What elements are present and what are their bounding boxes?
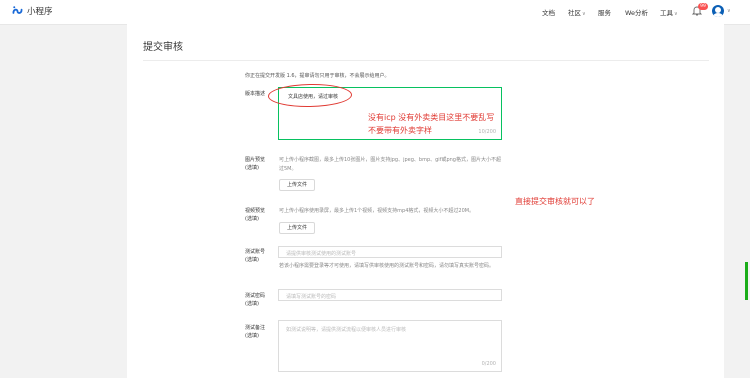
image-preview-hint: 可上传小程序截图，最多上传10张图片，图片支持jpg、jpeg、bmp、gif或…	[279, 157, 501, 172]
top-navbar: 小程序 文档 社区∨ 服务 We分析 工具∨ 99 ∨	[0, 0, 750, 25]
version-desc-label: 版本描述	[245, 91, 266, 97]
nav-community[interactable]: 社区∨	[568, 7, 586, 17]
test-password-input[interactable]: 请填写测试账号的密码	[278, 289, 502, 301]
test-password-label-optional: (选填)	[245, 301, 259, 307]
test-note-label: 测试备注 (选填)	[245, 324, 265, 340]
submit-notice: 你正在提交开发版 1.6，提审请勿只用于审核，不会展示给用户。	[245, 73, 390, 79]
video-preview-hint: 可上传小程序使用录屏，最多上传1个视频，视频支持mp4格式，视频大小不超过20M…	[279, 208, 475, 214]
upload-video-button[interactable]: 上传文件	[279, 222, 315, 234]
test-account-label: 测试账号 (选填)	[245, 248, 265, 264]
test-account-placeholder: 请提供审核测试使用的测试账号	[286, 251, 357, 257]
nav-we-analytics[interactable]: We分析	[625, 7, 648, 17]
watermark: 技客户社区	[608, 349, 718, 373]
scrollbar-thumb[interactable]	[745, 262, 748, 300]
upload-image-button[interactable]: 上传文件	[279, 179, 315, 191]
chevron-down-icon: ∨	[674, 11, 678, 17]
test-note-counter: 0/200	[481, 361, 496, 367]
test-password-label-line: 测试密码	[245, 293, 266, 299]
test-note-placeholder: 如测试说明等，请提供测试流程以便审核人员进行审核	[286, 327, 407, 333]
test-account-label-line: 测试账号	[245, 249, 266, 255]
nav-community-label: 社区	[568, 9, 581, 17]
image-preview-label-line: 图片预览	[245, 157, 266, 163]
test-password-label: 测试密码 (选填)	[245, 292, 265, 308]
nav-services[interactable]: 服务	[598, 7, 611, 17]
nav-tools[interactable]: 工具∨	[660, 7, 678, 17]
test-account-hint: 若该小程序需要登录等才可使用，请填写供审核使用的测试账号和密码，请勿填写真实账号…	[279, 263, 495, 269]
video-preview-label-optional: (选填)	[245, 216, 259, 222]
test-account-label-optional: (选填)	[245, 257, 259, 263]
video-preview-label-line: 视频预览	[245, 208, 266, 214]
test-password-placeholder: 请填写测试账号的密码	[286, 294, 337, 300]
image-preview-label: 图片预览 (选填)	[245, 156, 265, 172]
chevron-down-icon[interactable]: ∨	[727, 8, 731, 14]
annotation-note-line: 没有icp 没有外卖类目这里不要乱写	[368, 113, 495, 122]
notification-badge: 99	[698, 3, 708, 10]
nav-tools-label: 工具	[660, 9, 673, 17]
test-note-label-optional: (选填)	[245, 333, 259, 339]
divider	[143, 60, 709, 61]
test-account-input[interactable]: 请提供审核测试使用的测试账号	[278, 246, 502, 258]
test-note-label-line: 测试备注	[245, 325, 266, 331]
miniprogram-logo-icon	[12, 6, 23, 14]
app-logo[interactable]: 小程序	[11, 4, 53, 17]
app-name: 小程序	[27, 6, 53, 17]
nav-docs[interactable]: 文档	[542, 7, 555, 17]
test-note-textarea[interactable]: 如测试说明等，请提供测试流程以便审核人员进行审核 0/200	[278, 320, 502, 372]
page-title: 提交审核	[143, 42, 183, 53]
image-preview-label-optional: (选填)	[245, 165, 259, 171]
chevron-down-icon: ∨	[582, 11, 586, 17]
annotation-note-line: 不要带有外卖字样	[368, 125, 432, 135]
avatar[interactable]	[712, 5, 724, 17]
video-preview-label: 视频预览 (选填)	[245, 207, 265, 223]
annotation-side-note: 直接提交审核就可以了	[515, 197, 595, 206]
annotation-note: 没有icp 没有外卖类目这里不要乱写 不要带有外卖字样	[368, 112, 494, 137]
